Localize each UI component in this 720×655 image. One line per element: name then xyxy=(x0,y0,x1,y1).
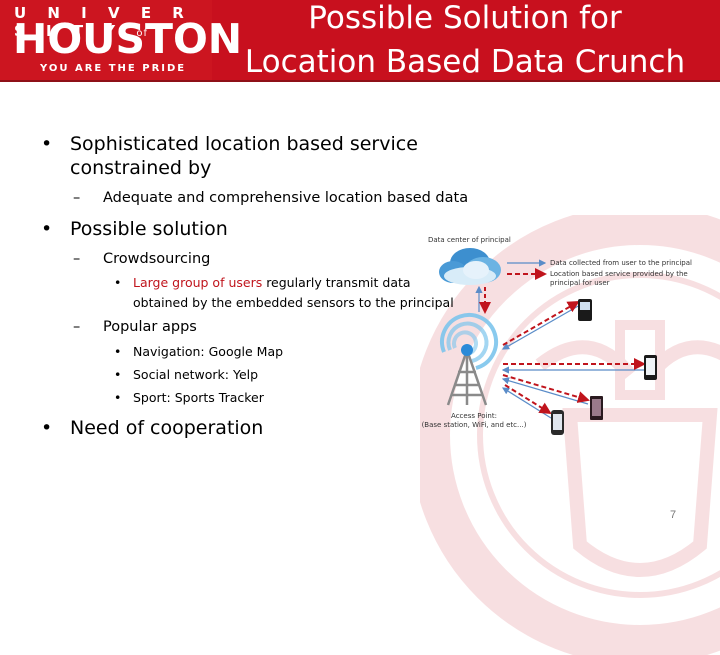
wifi-signal-icon xyxy=(440,312,498,370)
link-solid-phone1 xyxy=(501,304,581,350)
cloud-icon xyxy=(439,248,501,285)
tower-beacon xyxy=(461,344,473,356)
phone-icon xyxy=(590,396,603,420)
phone-icon xyxy=(578,299,592,321)
legend-dashed-label: Location based service provided by the p… xyxy=(550,270,688,287)
page-number: 7 xyxy=(670,509,677,521)
phone-icon xyxy=(644,355,657,380)
phone-icon xyxy=(551,410,564,435)
legend-solid-label: Data collected from user to the principa… xyxy=(550,259,692,267)
access-point-label: Access Point: (Base station, WiFi, and e… xyxy=(421,412,527,429)
link-dashed-phone1 xyxy=(502,301,580,346)
link-dashed-phone4 xyxy=(504,384,552,415)
cloud-label: Data center of principal xyxy=(428,236,511,244)
crowdsourcing-diagram: Data center of principal Data collected … xyxy=(0,0,720,540)
